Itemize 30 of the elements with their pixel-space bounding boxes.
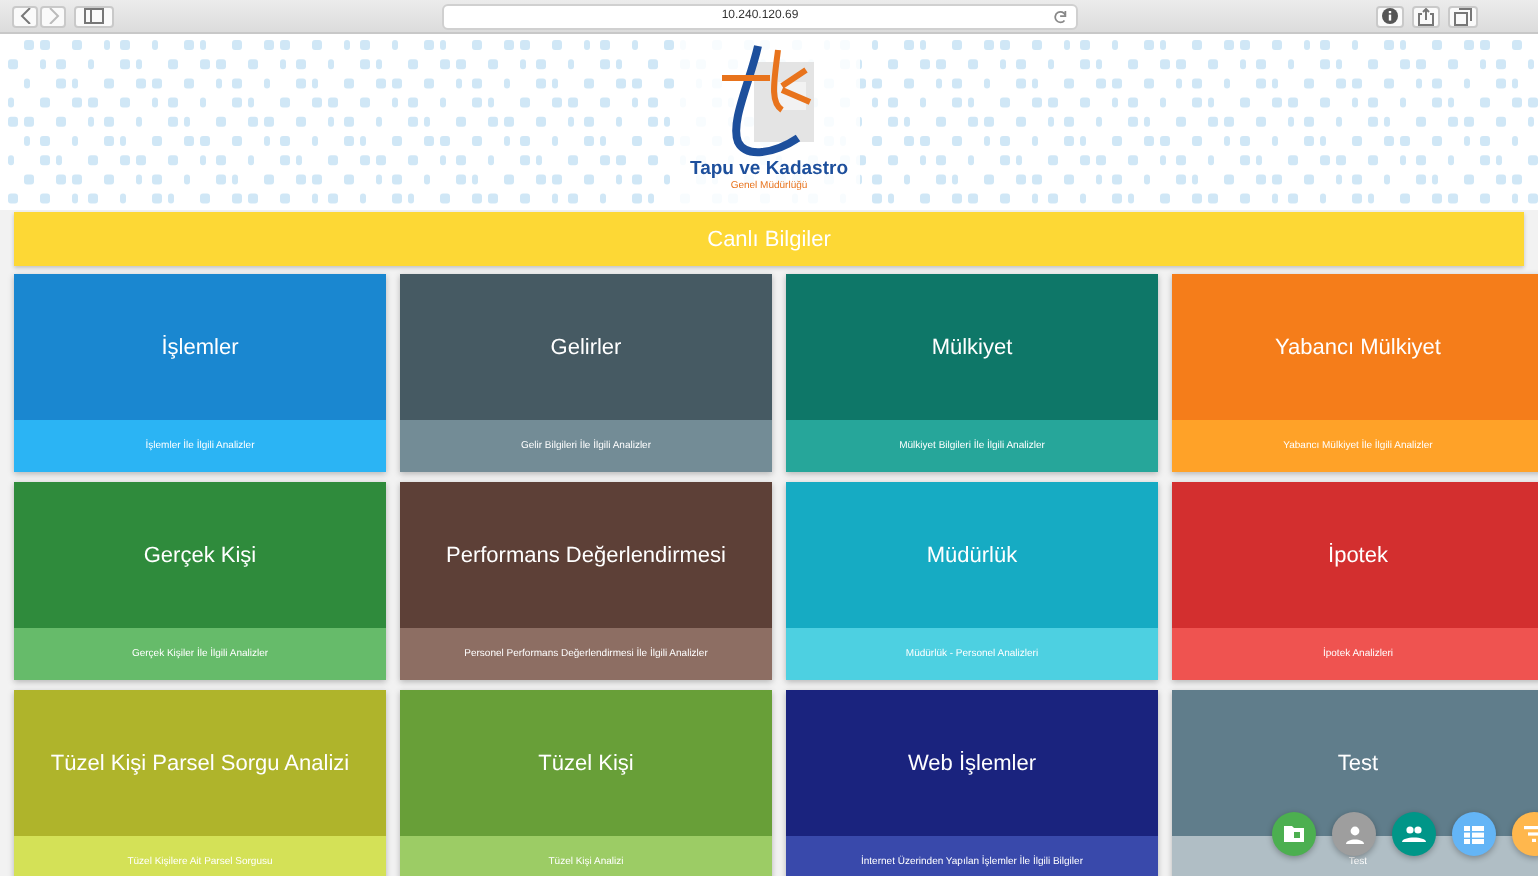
sidebar-icon bbox=[84, 8, 104, 24]
sidebar-button[interactable] bbox=[74, 5, 114, 27]
info-icon bbox=[1382, 8, 1398, 24]
tile-title: Müdürlük bbox=[926, 543, 1018, 567]
tile-title: Gelirler bbox=[550, 335, 622, 359]
tile-title: Performans Değerlendirmesi bbox=[446, 543, 726, 567]
tabs-button[interactable] bbox=[1448, 5, 1478, 27]
list-icon bbox=[1464, 825, 1484, 843]
back-icon bbox=[19, 8, 31, 24]
reload-icon[interactable] bbox=[1054, 9, 1068, 23]
share-icon bbox=[1418, 7, 1434, 25]
tile-title: Mülkiyet bbox=[931, 335, 1013, 359]
logo-title: Tapu ve Kadastro bbox=[689, 158, 848, 180]
filter-icon bbox=[1524, 826, 1538, 842]
tile-title: Tüzel Kişi Parsel Sorgu Analizi bbox=[50, 751, 350, 775]
group-icon bbox=[1402, 826, 1426, 842]
share-button[interactable] bbox=[1412, 5, 1440, 27]
forward-icon bbox=[47, 8, 59, 24]
tile-title: İşlemler bbox=[161, 335, 239, 359]
tile-title: Web İşlemler bbox=[908, 751, 1036, 775]
tile-title: Yabancı Mülkiyet bbox=[1275, 335, 1441, 359]
person-icon bbox=[1345, 825, 1363, 843]
folder-icon bbox=[1284, 826, 1304, 842]
tile-title: Gerçek Kişi bbox=[143, 543, 257, 567]
info-button[interactable] bbox=[1376, 5, 1404, 27]
tile-title: Test bbox=[1337, 751, 1379, 775]
back-button[interactable] bbox=[12, 5, 38, 27]
tabs-icon bbox=[1454, 7, 1472, 25]
tile-title: İpotek bbox=[1328, 543, 1388, 567]
tile-title: Tüzel Kişi bbox=[538, 751, 634, 775]
